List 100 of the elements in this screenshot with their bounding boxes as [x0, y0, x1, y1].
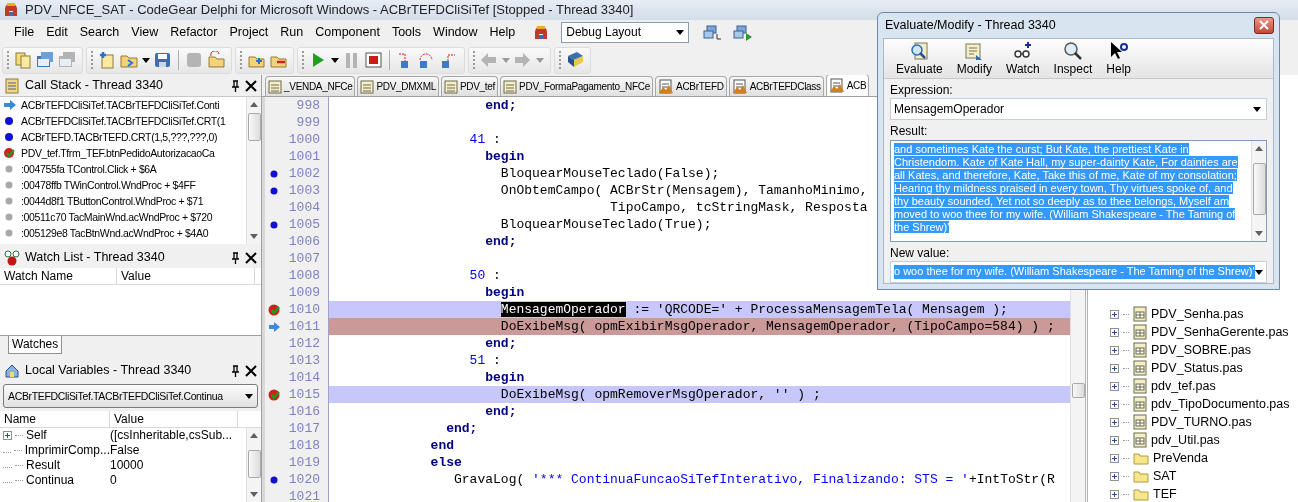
call-stack-entry[interactable]: ACBrTEFDCliSiTef.TACBrTEFDCliSiTef.Conti — [21, 98, 220, 112]
layout-dropdown[interactable]: Debug Layout — [561, 22, 690, 43]
breakpoint-icon[interactable] — [267, 303, 281, 316]
tree-item[interactable]: PDV_Status.pas — [1151, 360, 1243, 376]
helmet-icon[interactable] — [533, 24, 550, 41]
breakpoint-icon[interactable] — [267, 388, 281, 401]
folder-icon[interactable] — [207, 51, 225, 69]
caret-icon[interactable] — [331, 57, 339, 63]
caret-icon[interactable] — [142, 57, 150, 63]
menu-item[interactable]: File — [8, 23, 41, 42]
call-stack-entry[interactable]: :00511c70 TacMainWnd.acWndProc + $720 — [21, 210, 213, 224]
vertical-scrollbar[interactable] — [1251, 140, 1266, 241]
tree-item[interactable]: PDV_SenhaGerente.pas — [1151, 324, 1289, 340]
toolbar-button[interactable]: Modify — [952, 38, 997, 78]
tree-item[interactable]: pdv_Util.pas — [1151, 432, 1220, 448]
toolbar-button[interactable]: Evaluate — [892, 38, 947, 78]
window-icon[interactable] — [36, 51, 54, 69]
scroll-thumb[interactable] — [1071, 383, 1085, 398]
menu-item[interactable]: Edit — [40, 23, 74, 42]
scroll-thumb[interactable] — [1252, 162, 1266, 215]
tree-item[interactable]: PreVenda — [1153, 450, 1208, 466]
column-header[interactable]: Watch Name — [0, 268, 117, 284]
caret-icon[interactable] — [676, 30, 685, 35]
editor-tab[interactable]: ACBrTEFDClass — [728, 76, 824, 96]
call-stack-entry[interactable]: ACBrTEFDCliSiTef.TACBrTEFDCliSiTef.CRT(1 — [21, 114, 226, 128]
pin-icon[interactable] — [231, 79, 240, 92]
tree-item[interactable]: PDV_TURNO.pas — [1151, 414, 1252, 430]
call-stack-entry[interactable]: PDV_tef.Tfrm_TEF.btnPedidoAutorizacaoCa — [21, 146, 215, 160]
stop-icon[interactable] — [365, 51, 383, 69]
toolbar-button[interactable]: Help — [1102, 38, 1135, 78]
arrow-icon[interactable] — [267, 320, 281, 333]
scroll-thumb[interactable] — [247, 113, 261, 141]
expand-icon[interactable] — [3, 431, 12, 440]
scroll-down-icon[interactable] — [250, 234, 258, 239]
vertical-scrollbar[interactable] — [246, 97, 261, 244]
toolbar-button[interactable]: Watch — [1002, 38, 1044, 78]
expand-icon[interactable] — [1110, 453, 1119, 463]
doc-stack-icon[interactable] — [14, 51, 32, 69]
book-icon[interactable] — [566, 51, 584, 69]
caret-icon[interactable] — [245, 393, 253, 399]
expression-field[interactable]: MensagemOperador — [890, 98, 1267, 121]
column-header[interactable]: Value — [110, 411, 238, 427]
step-icon[interactable] — [440, 51, 458, 69]
expand-icon[interactable] — [1110, 399, 1119, 409]
scroll-up-icon[interactable] — [1255, 145, 1263, 151]
expand-icon[interactable] — [1110, 417, 1119, 427]
expand-icon[interactable] — [1110, 435, 1119, 445]
column-header[interactable]: Name — [0, 411, 110, 427]
call-stack-entry[interactable]: :0044d8f1 TButtonControl.WndProc + $71 — [21, 194, 204, 208]
editor-tab[interactable]: PDV_DMXML — [357, 76, 439, 96]
scroll-up-icon[interactable] — [250, 433, 258, 438]
expand-icon[interactable] — [1110, 363, 1119, 373]
call-stack-entry[interactable]: ACBrTEFD.TACBrTEFD.CRT(1,5,???,???,0) — [21, 130, 218, 144]
scroll-up-icon[interactable] — [250, 102, 258, 107]
editor-tab[interactable]: PDV_FormaPagamento_NFCe — [500, 76, 654, 96]
scroll-down-icon[interactable] — [250, 492, 258, 497]
close-icon[interactable] — [245, 251, 257, 264]
menu-item[interactable]: View — [125, 23, 165, 42]
panel-tab[interactable]: Watches — [8, 336, 63, 354]
call-stack-entry[interactable]: :004755fa TControl.Click + $6A — [21, 162, 157, 176]
expand-icon[interactable] — [1110, 381, 1119, 391]
editor-tab[interactable]: ACBrTEFD — [655, 76, 727, 96]
expand-icon[interactable] — [1110, 327, 1119, 337]
caret-icon[interactable] — [1254, 269, 1263, 275]
menu-item[interactable]: Refactor — [164, 23, 224, 42]
close-icon[interactable] — [245, 364, 257, 377]
tree-item[interactable]: pdv_TipoDocumento.pas — [1151, 396, 1290, 412]
menu-item[interactable]: Search — [73, 23, 126, 42]
tree-item[interactable]: PDV_SOBRE.pas — [1151, 342, 1252, 358]
menu-item[interactable]: Project — [223, 23, 275, 42]
scope-dropdown[interactable]: ACBrTEFDCliSiTef.TACBrTEFDCliSiTef.Continua — [3, 384, 258, 408]
tree-item[interactable]: pdv_tef.pas — [1151, 378, 1216, 394]
expand-icon[interactable] — [1110, 489, 1119, 499]
pin-icon[interactable] — [231, 251, 240, 264]
caret-icon[interactable] — [1253, 106, 1261, 112]
menu-item[interactable]: Help — [483, 23, 522, 42]
scroll-down-icon[interactable] — [1255, 230, 1263, 236]
editor-tab[interactable]: ACB — [825, 75, 870, 96]
save-layout-icon[interactable] — [703, 23, 724, 42]
call-stack-entry[interactable]: :005129e8 TacBtnWnd.acWndProc + $4A0 — [21, 226, 209, 240]
pin-icon[interactable] — [231, 364, 240, 377]
tree-item[interactable]: PDV_Senha.pas — [1151, 306, 1244, 322]
call-stack-entry[interactable]: :00478ffb TWinControl.WndProc + $4FF — [21, 178, 196, 192]
tree-item[interactable]: SAT — [1153, 468, 1177, 484]
close-icon[interactable] — [245, 79, 257, 92]
expand-icon[interactable] — [1110, 345, 1119, 355]
editor-tab[interactable]: PDV_tef — [440, 76, 499, 96]
menu-item[interactable]: Window — [427, 23, 484, 42]
toolbar-button[interactable]: Inspect — [1049, 38, 1097, 78]
tree-item[interactable]: TEF — [1153, 486, 1177, 502]
expand-icon[interactable] — [1110, 309, 1119, 319]
editor-tab[interactable]: _VENDA_NFCe — [265, 76, 356, 96]
vertical-scrollbar[interactable] — [246, 428, 261, 502]
menu-item[interactable]: Run — [274, 23, 310, 42]
apply-layout-icon[interactable] — [733, 23, 754, 42]
expand-icon[interactable] — [1110, 471, 1119, 481]
new-document-icon[interactable] — [98, 51, 116, 69]
scroll-thumb[interactable] — [247, 450, 261, 478]
column-header[interactable]: Value — [117, 268, 255, 284]
close-button[interactable] — [1254, 16, 1274, 34]
